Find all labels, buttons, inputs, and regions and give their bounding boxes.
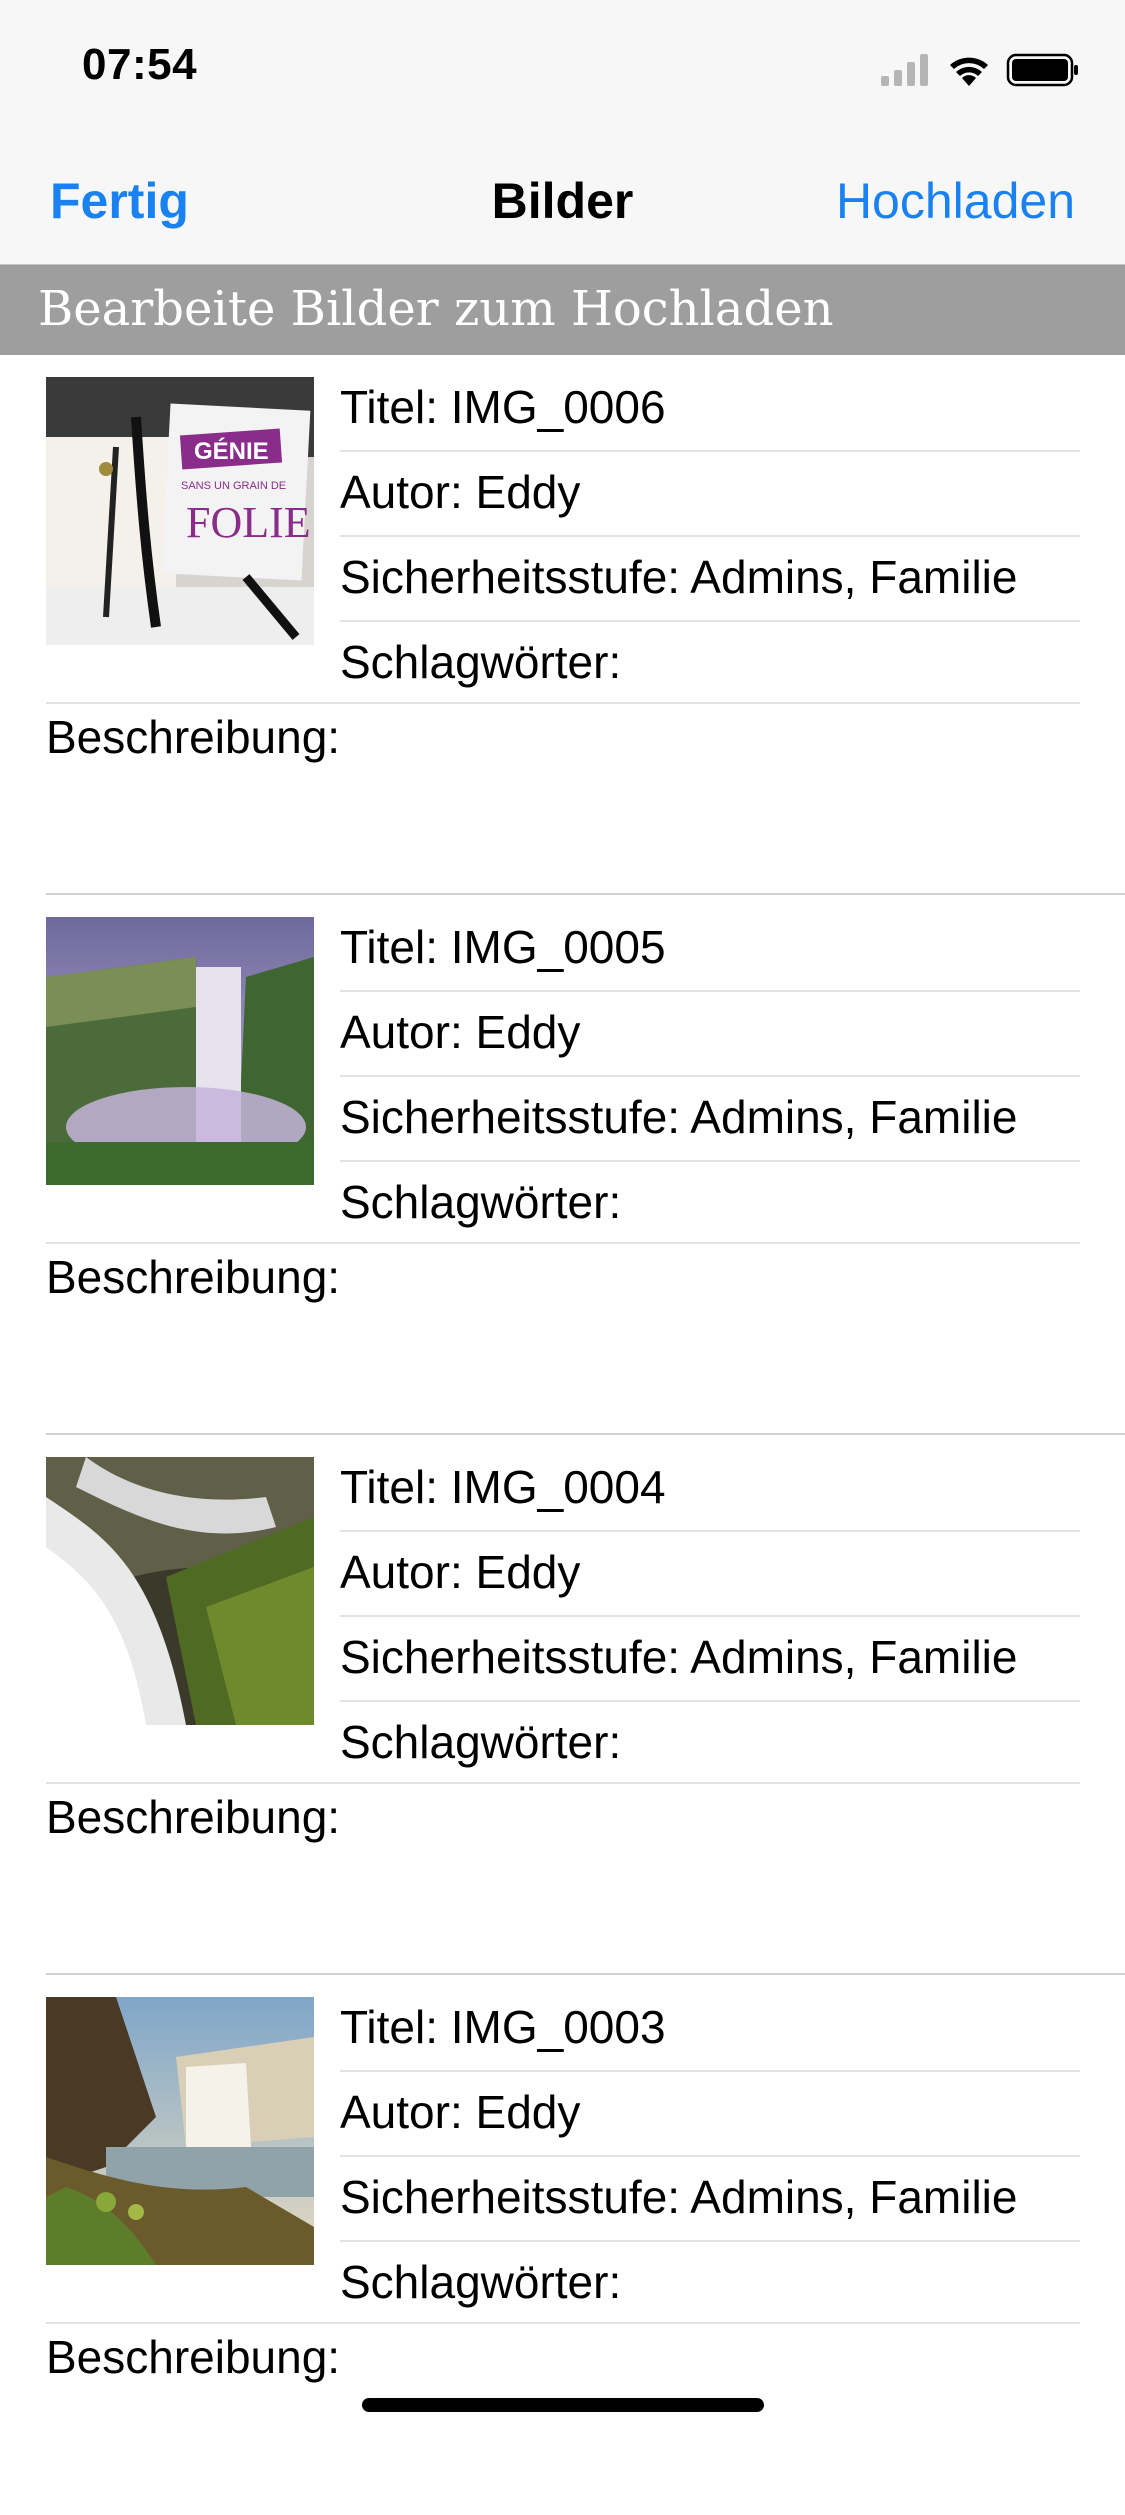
image-cell[interactable]: Titel: IMG_0005 Autor: Eddy Sicherheitss…	[0, 895, 1125, 1435]
privacy-field[interactable]: Sicherheitsstufe: Admins, Familie	[340, 1075, 1080, 1160]
title-field[interactable]: Titel: IMG_0005	[340, 905, 1080, 990]
wifi-icon	[950, 57, 988, 86]
thumbnail-image[interactable]	[46, 917, 314, 1185]
cellular-signal-icon	[881, 54, 928, 86]
privacy-field[interactable]: Sicherheitsstufe: Admins, Familie	[340, 1615, 1080, 1700]
status-bar: 07:54	[0, 0, 1125, 132]
status-time: 07:54	[82, 40, 198, 89]
description-field[interactable]: Beschreibung:	[46, 2315, 340, 2400]
section-header: Bearbeite Bilder zum Hochladen	[0, 265, 1125, 355]
author-field[interactable]: Autor: Eddy	[340, 2070, 1080, 2155]
thumbnail-text-1: GÉNIE	[194, 437, 269, 465]
description-field[interactable]: Beschreibung:	[46, 1235, 340, 1320]
battery-icon	[1006, 53, 1078, 87]
privacy-field[interactable]: Sicherheitsstufe: Admins, Familie	[340, 2155, 1080, 2240]
privacy-field[interactable]: Sicherheitsstufe: Admins, Familie	[340, 535, 1080, 620]
thumbnail-image[interactable]: GÉNIE SANS UN GRAIN DE FOLIE	[46, 377, 314, 645]
author-field[interactable]: Autor: Eddy	[340, 990, 1080, 1075]
image-cell[interactable]: GÉNIE SANS UN GRAIN DE FOLIE Titel: IMG_…	[0, 355, 1125, 895]
description-field[interactable]: Beschreibung:	[46, 695, 340, 780]
title-field[interactable]: Titel: IMG_0006	[340, 365, 1080, 450]
tags-field[interactable]: Schlagwörter:	[340, 1160, 1080, 1245]
title-field[interactable]: Titel: IMG_0003	[340, 1985, 1080, 2070]
description-field[interactable]: Beschreibung:	[46, 1775, 340, 1860]
image-cell[interactable]: Titel: IMG_0003 Autor: Eddy Sicherheitss…	[0, 1975, 1125, 2515]
status-icons	[881, 50, 1081, 87]
thumbnail-text-3: FOLIE	[186, 498, 311, 547]
home-indicator[interactable]	[362, 2398, 764, 2412]
tags-field[interactable]: Schlagwörter:	[340, 620, 1080, 705]
author-field[interactable]: Autor: Eddy	[340, 450, 1080, 535]
tags-field[interactable]: Schlagwörter:	[340, 1700, 1080, 1785]
thumbnail-image[interactable]	[46, 1457, 314, 1725]
image-cell[interactable]: Titel: IMG_0004 Autor: Eddy Sicherheitss…	[0, 1435, 1125, 1975]
title-field[interactable]: Titel: IMG_0004	[340, 1445, 1080, 1530]
tags-field[interactable]: Schlagwörter:	[340, 2240, 1080, 2325]
thumbnail-text-2: SANS UN GRAIN DE	[181, 480, 286, 492]
author-field[interactable]: Autor: Eddy	[340, 1530, 1080, 1615]
section-header-label: Bearbeite Bilder zum Hochladen	[38, 281, 834, 337]
navigation-bar: Fertig Bilder Hochladen	[0, 132, 1125, 265]
thumbnail-image[interactable]	[46, 1997, 314, 2265]
upload-button[interactable]: Hochladen	[836, 172, 1075, 230]
